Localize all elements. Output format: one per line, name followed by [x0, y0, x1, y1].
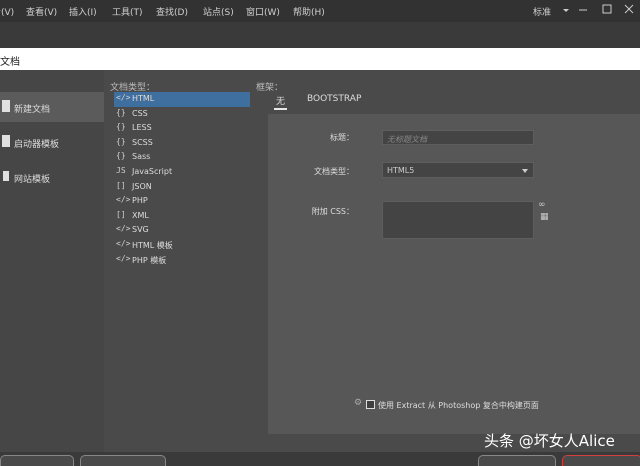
file-icon	[2, 100, 10, 112]
doctype-item[interactable]: {} SCSS	[114, 136, 250, 151]
doctype-item[interactable]: </> PHP	[114, 194, 250, 209]
title-label: 标题：	[330, 133, 354, 142]
doctype-icon: </>	[116, 93, 131, 102]
menu-insert[interactable]: 插入(I)	[69, 5, 97, 18]
attach-css-label: 附加 CSS：	[311, 207, 354, 216]
doctype-value: HTML5	[387, 166, 415, 175]
doctype-name: JSON	[132, 181, 152, 191]
doctype-item[interactable]: {} LESS	[114, 121, 250, 136]
trash-icon[interactable]: ▦	[540, 212, 549, 222]
extract-checkbox[interactable]	[366, 400, 375, 409]
dialog-title-bar: 文档	[0, 48, 640, 70]
menu-find[interactable]: 查找(D)	[156, 5, 188, 18]
doctype-item[interactable]: </> SVG	[114, 223, 250, 238]
doctype-icon: </>	[116, 238, 131, 248]
close-icon[interactable]	[622, 2, 636, 16]
minimize-icon[interactable]	[576, 2, 590, 16]
link-icon[interactable]: ∞	[538, 200, 546, 210]
doctype-icon: </>	[116, 253, 131, 263]
doctype-icon: JS	[116, 165, 126, 175]
doctype-icon: {}	[116, 107, 126, 117]
site-template-icon	[3, 171, 9, 181]
doctype-name: JavaScript	[132, 166, 173, 176]
document-type-column: 文档类型： </> HTML{} CSS{} LESS{} SCSS{} Sass JS Ja…	[110, 70, 250, 452]
menu-help[interactable]: 帮助(H)	[293, 5, 325, 18]
doctype-name: PHP	[132, 196, 148, 206]
cancel-button[interactable]	[478, 455, 556, 466]
doctype-name: HTML 模板	[132, 240, 173, 250]
doctype-item[interactable]: </> PHP 模板	[114, 253, 250, 268]
doctype-select[interactable]: HTML5	[382, 162, 534, 178]
doctype-item[interactable]: JS JavaScript	[114, 165, 250, 180]
doctype-name: LESS	[132, 123, 152, 133]
menu-site[interactable]: 站点(S)	[203, 5, 234, 18]
menu-bar: 看(V) 查看(V) 插入(I) 工具(T) 查找(D) 站点(S) 窗口(W)…	[0, 0, 640, 22]
doctype-item[interactable]: </> HTML 模板	[114, 238, 250, 253]
workspace-switcher[interactable]: 标准	[533, 5, 570, 18]
doctype-item[interactable]: [] JSON	[114, 180, 250, 195]
doctype-name: HTML	[132, 94, 155, 103]
category-new-document[interactable]: 新建文档	[0, 92, 104, 122]
framework-panel: 标题： 无标题文档 文档类型： HTML5 附加 CSS： ∞ ▦ ⚙ 使用 E…	[268, 114, 640, 434]
chevron-down-icon	[522, 169, 528, 173]
category-label: 网站模板	[14, 175, 51, 185]
doctype-name: PHP 模板	[132, 255, 167, 265]
doctype-icon: </>	[116, 195, 131, 205]
menu-view[interactable]: 查看(V)	[26, 5, 57, 18]
doctype-item[interactable]: </> HTML	[114, 92, 250, 107]
doctype-name: Sass	[132, 152, 151, 162]
doctype-icon: []	[116, 180, 126, 190]
category-site-templates[interactable]: 网站模板	[0, 162, 104, 192]
doctype-name: XML	[132, 210, 149, 220]
doctype-icon: {}	[116, 136, 126, 146]
attach-css-list[interactable]	[382, 201, 534, 239]
menu-view-partial[interactable]: 看(V)	[0, 5, 14, 18]
extract-label: 使用 Extract 从 Photoshop 复合中构建页面	[378, 401, 539, 410]
category-column: 新建文档 启动器模板 网站模板	[0, 70, 104, 452]
new-document-dialog: 新建文档 启动器模板 网站模板 文档类型： </> HTML{} CSS{} LESS…	[0, 70, 640, 452]
doctype-icon: []	[116, 209, 126, 219]
doctype-label: 文档类型：	[314, 167, 354, 176]
doctype-icon: {}	[116, 151, 126, 161]
watermark: 头条 @坏女人Alice	[484, 432, 615, 450]
template-icon	[2, 135, 10, 147]
doctype-icon: </>	[116, 224, 131, 234]
title-placeholder: 无标题文档	[387, 135, 427, 144]
doctype-name: CSS	[132, 108, 148, 118]
preferences-button[interactable]	[80, 455, 166, 466]
framework-area: 框架： 无 BOOTSTRAP 标题： 无标题文档 文档类型： HTML5 附加…	[256, 70, 640, 452]
tab-bootstrap[interactable]: BOOTSTRAP	[307, 94, 361, 104]
doctype-icon: {}	[116, 122, 126, 132]
doctype-item[interactable]: [] XML	[114, 209, 250, 224]
category-label: 新建文档	[14, 105, 51, 115]
category-starter-templates[interactable]: 启动器模板	[0, 127, 104, 157]
doctype-item[interactable]: {} CSS	[114, 107, 250, 122]
dialog-title: 文档	[0, 57, 20, 68]
doctype-name: SCSS	[132, 137, 153, 147]
title-input[interactable]: 无标题文档	[382, 130, 534, 145]
create-button[interactable]	[562, 455, 640, 466]
maximize-icon[interactable]	[600, 2, 614, 16]
help-button[interactable]	[0, 455, 74, 466]
category-label: 启动器模板	[14, 140, 60, 150]
framework-label: 框架：	[256, 83, 284, 93]
menu-window[interactable]: 窗口(W)	[246, 5, 280, 18]
doctype-name: SVG	[132, 225, 149, 235]
menu-tools[interactable]: 工具(T)	[112, 5, 143, 18]
doctype-item[interactable]: {} Sass	[114, 150, 250, 165]
tab-none[interactable]: 无	[273, 94, 288, 110]
extract-icon: ⚙	[354, 398, 363, 408]
document-type-list: </> HTML{} CSS{} LESS{} SCSS{} Sass JS JavaScri…	[114, 92, 250, 267]
